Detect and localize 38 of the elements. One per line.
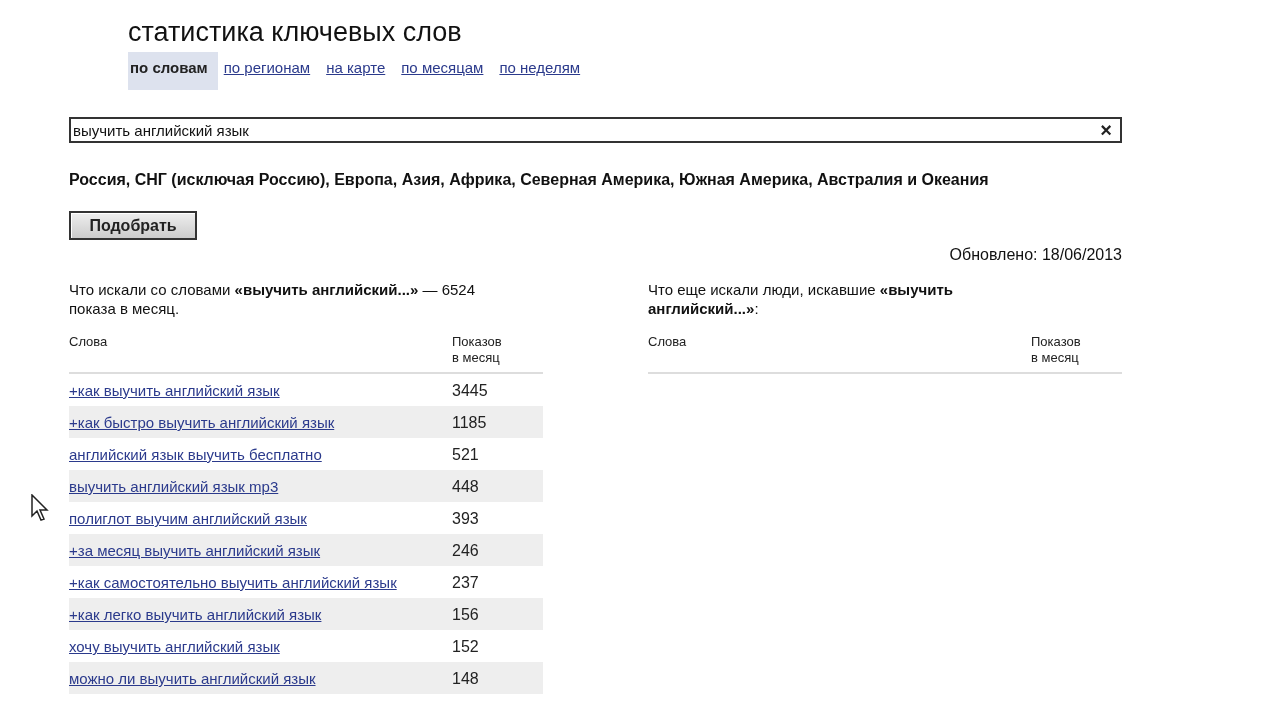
keyword-link[interactable]: хочу выучить английский язык — [69, 637, 409, 656]
column-header: Показов в месяц — [1031, 334, 1082, 366]
count-cell: 156 — [452, 605, 479, 624]
keyword-link[interactable]: +как быстро выучить английский язык — [69, 413, 409, 432]
related-heading: Что еще искали люди, искавшие «выучить английский...»: — [648, 280, 954, 319]
results-heading: Что искали со словами «выучить английский...» — 6524 показа в месяц. — [69, 280, 477, 319]
count-cell: 1185 — [452, 413, 487, 432]
tab[interactable]: по неделям — [497, 52, 591, 90]
clear-button[interactable]: × — [1092, 120, 1120, 140]
count-cell: 448 — [452, 477, 479, 496]
tab[interactable]: на карте — [324, 52, 396, 90]
count-cell: 152 — [452, 637, 479, 656]
keyword-link[interactable]: выучить английский язык mp3 — [69, 477, 409, 496]
count-cell: 393 — [452, 509, 479, 528]
count-cell: 521 — [452, 445, 479, 464]
column-header: Слова — [648, 334, 688, 351]
keyword-link[interactable]: полиглот выучим английский язык — [69, 509, 409, 528]
updated-date: Обновлено: 18/06/2013 — [949, 246, 1122, 263]
count-cell: 148 — [452, 669, 479, 688]
regions-text: Россия, СНГ (исключая Россию), Европа, Азия, Африка, Северная Америка, Южная Америка, Австралия и Океания — [69, 171, 990, 189]
submit-button[interactable]: Подобрать — [69, 211, 197, 240]
page-title: статистика ключевых слов — [128, 16, 463, 48]
keyword-link[interactable]: +как легко выучить английский язык — [69, 605, 409, 624]
count-cell: 237 — [452, 573, 479, 592]
count-cell: 246 — [452, 541, 479, 560]
keyword-link[interactable]: английский язык выучить бесплатно — [69, 445, 409, 464]
tab[interactable]: по словам — [128, 52, 218, 90]
count-cell: 3445 — [452, 381, 488, 400]
keyword-link[interactable]: можно ли выучить английский язык — [69, 669, 409, 688]
keyword-link[interactable]: +как самостоятельно выучить английский язык — [69, 573, 409, 592]
keyword-link[interactable]: +как выучить английский язык — [69, 381, 409, 400]
tab[interactable]: по месяцам — [399, 52, 494, 90]
tab[interactable]: по регионам — [221, 52, 321, 90]
column-header: Слова — [69, 334, 109, 351]
keyword-link[interactable]: +за месяц выучить английский язык — [69, 541, 409, 560]
mouse-pointer-icon — [31, 494, 51, 522]
column-header: Показов в месяц — [452, 334, 503, 366]
search-field[interactable]: выучить английский язык × — [69, 117, 1122, 143]
